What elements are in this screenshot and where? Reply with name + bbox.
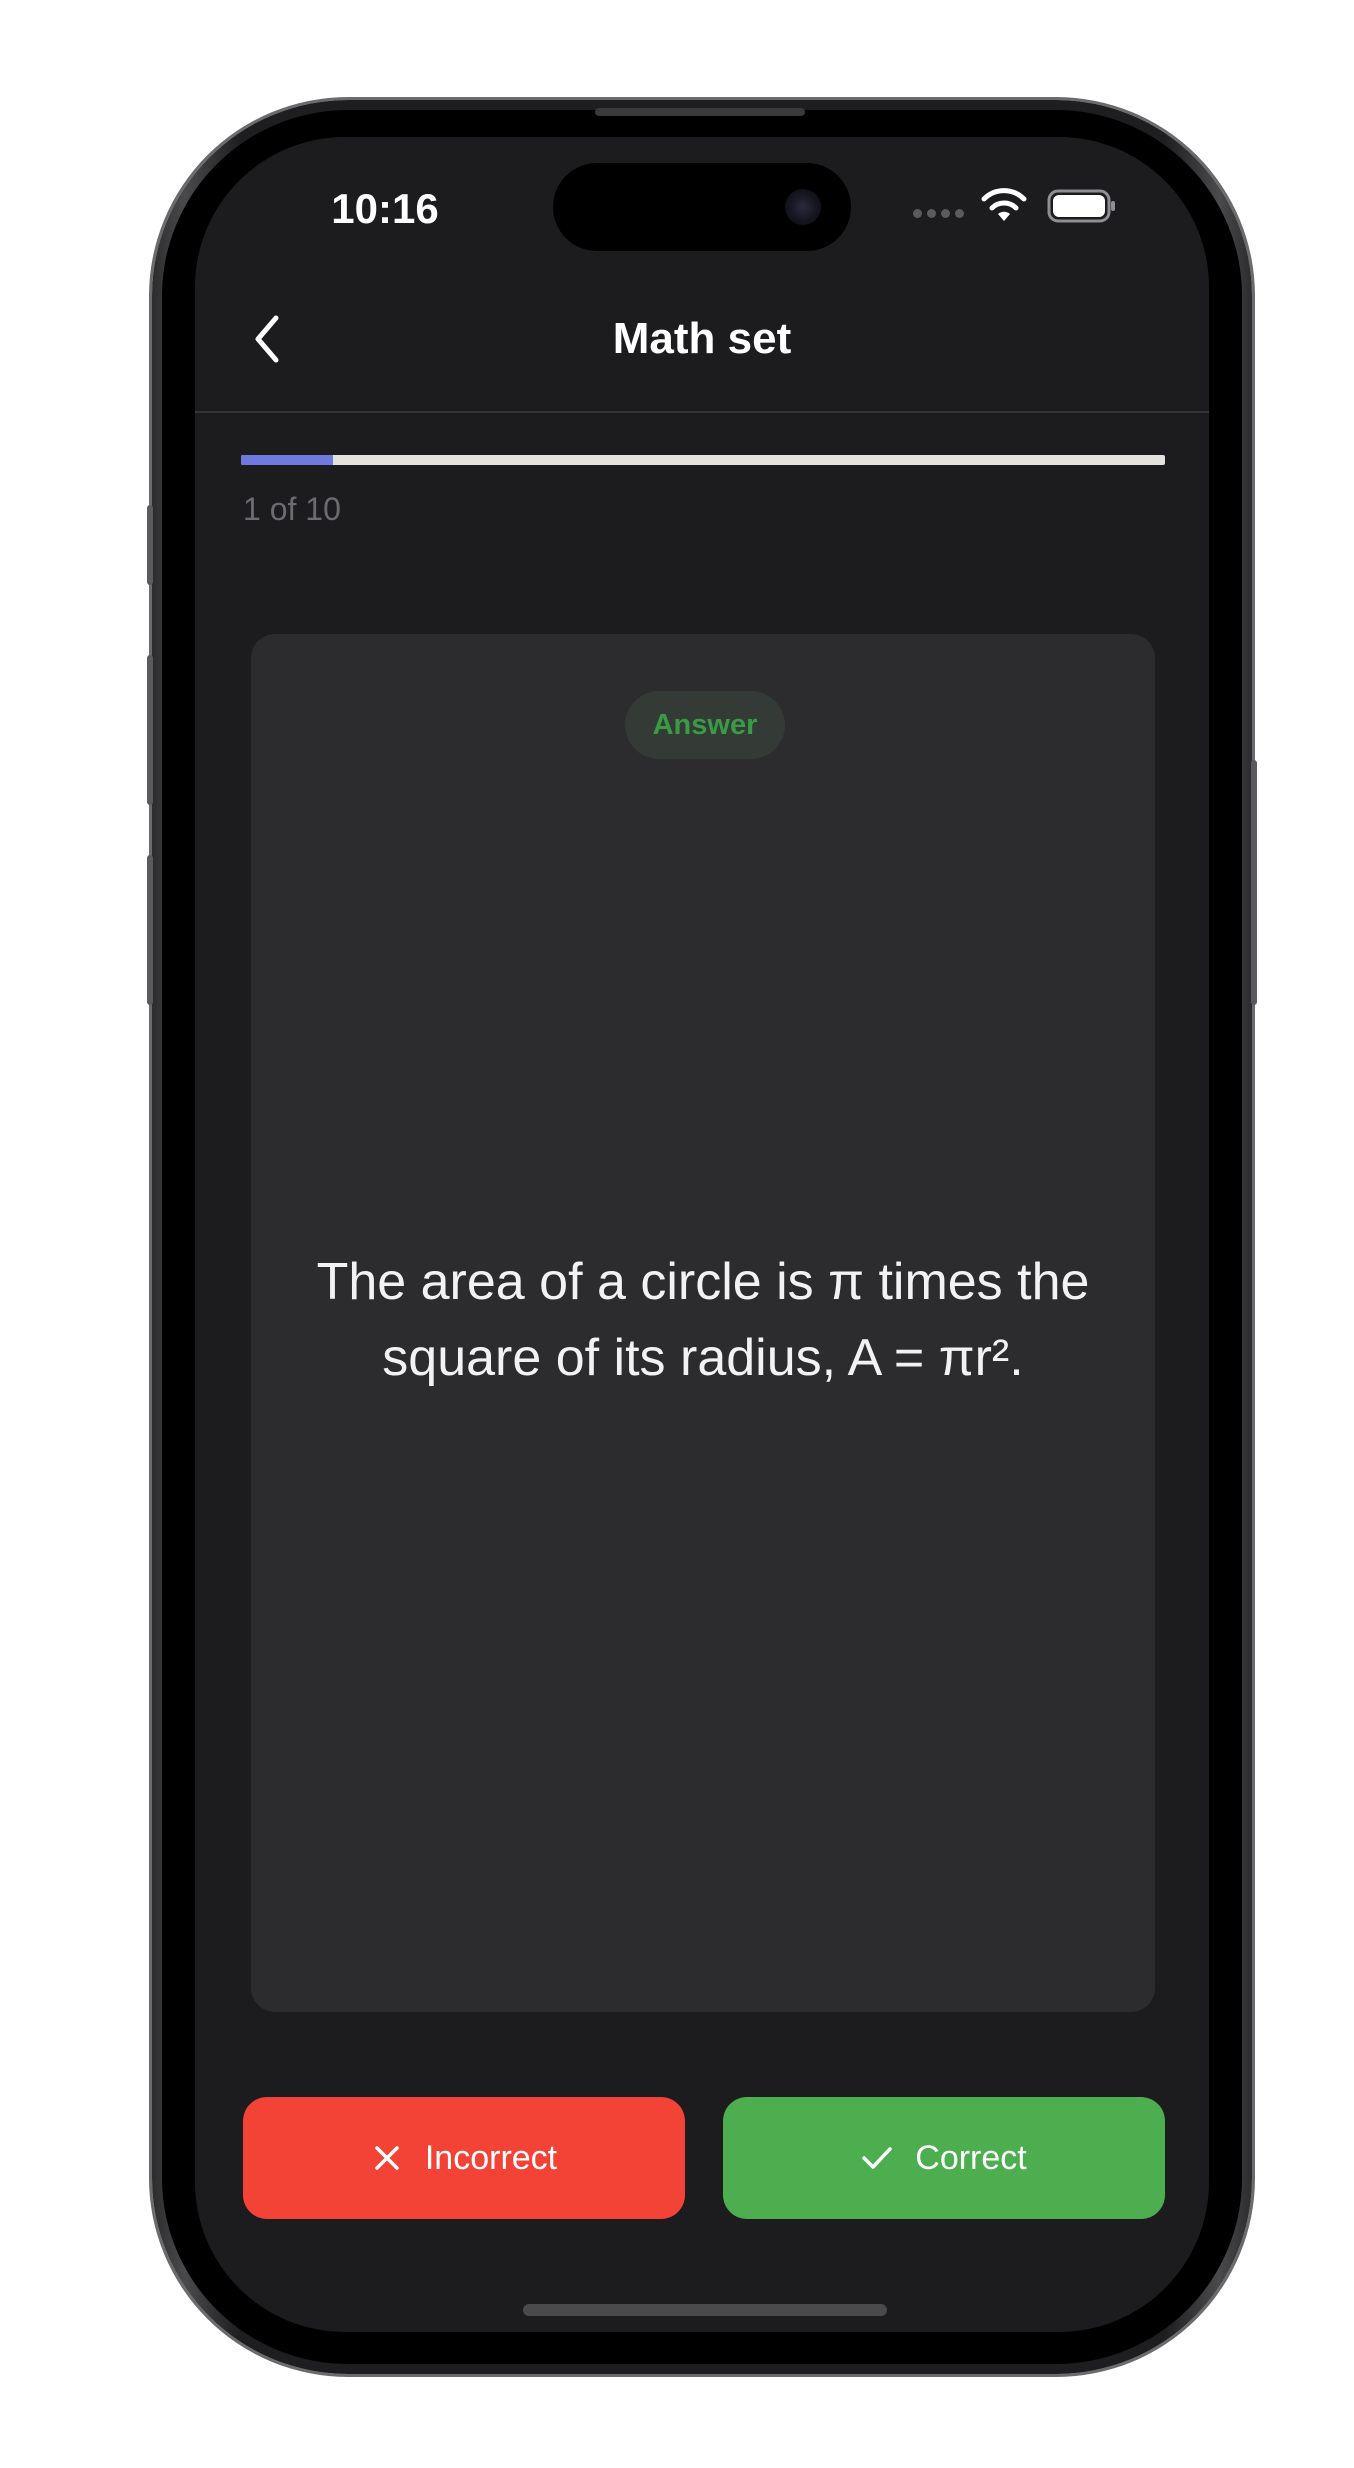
correct-button-label: Correct xyxy=(915,2138,1027,2177)
frame-antenna-line xyxy=(595,108,805,116)
dynamic-island xyxy=(553,163,851,251)
home-indicator[interactable] xyxy=(523,2304,887,2316)
cellular-signal-icon xyxy=(913,209,967,219)
status-time: 10:16 xyxy=(331,185,439,232)
volume-down-button xyxy=(147,855,153,1005)
front-camera-icon xyxy=(785,189,821,225)
progress-bar-fill xyxy=(241,455,334,465)
page-title: Math set xyxy=(612,314,792,363)
card-side-badge: Answer xyxy=(625,691,785,759)
progress-bar xyxy=(241,455,1165,465)
action-button xyxy=(147,505,153,585)
card-answer-text: The area of a circle is π times the squa… xyxy=(316,1253,1090,1387)
checkmark-icon xyxy=(861,2142,893,2174)
progress-label: 1 of 10 xyxy=(243,491,341,527)
battery-icon xyxy=(1047,189,1115,223)
wifi-icon xyxy=(981,188,1027,221)
volume-up-button xyxy=(147,655,153,805)
incorrect-button[interactable]: Incorrect xyxy=(243,2097,685,2219)
navigation-bar: Math set xyxy=(195,267,1209,413)
incorrect-button-label: Incorrect xyxy=(424,2138,558,2177)
app-screen: 10:16 Math set 1 of 10 Answer The area o… xyxy=(195,137,1209,2332)
flashcard[interactable]: Answer The area of a circle is π times t… xyxy=(251,634,1155,2012)
close-icon xyxy=(371,2142,403,2174)
correct-button[interactable]: Correct xyxy=(723,2097,1165,2219)
power-button xyxy=(1251,760,1257,1005)
